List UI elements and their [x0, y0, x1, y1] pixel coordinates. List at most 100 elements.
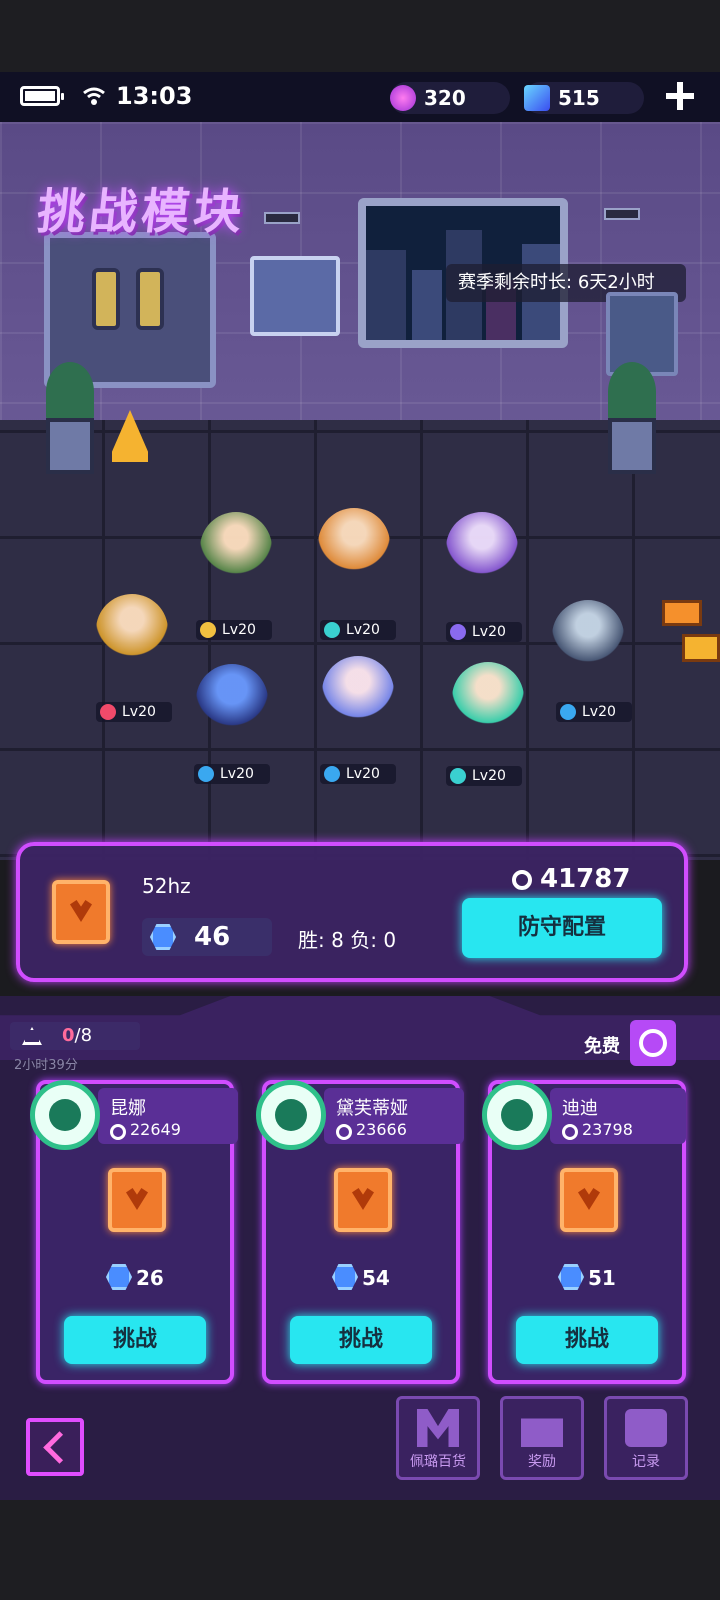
opponent-name: 黛芙蒂娅 [336, 1098, 408, 1119]
records-button[interactable]: 记录 [604, 1396, 688, 1480]
door-window-left [92, 268, 120, 330]
character-sprite[interactable] [96, 594, 168, 666]
shop-label: 佩璐百货 [410, 1454, 466, 1470]
power-icon [562, 1124, 578, 1140]
opponent-avatar[interactable] [30, 1080, 100, 1150]
level-badge: Lv20 [194, 764, 270, 784]
character-sprite[interactable] [446, 512, 518, 584]
win-label: 胜: [298, 928, 325, 952]
attempts-max: /8 [74, 1025, 93, 1046]
top-bezel [0, 0, 720, 72]
level-text: Lv20 [220, 766, 254, 782]
player-gems: 46 [194, 922, 231, 952]
back-button[interactable] [26, 1418, 84, 1476]
defense-config-button[interactable]: 防守配置 [462, 898, 662, 958]
video-record-icon [625, 1409, 667, 1447]
energy-value: 320 [424, 86, 466, 110]
scene-title-sign: 挑战模块 [34, 184, 249, 240]
player-power: 41787 [540, 864, 631, 894]
loss-count: 0 [383, 928, 397, 952]
level-text: Lv20 [346, 622, 380, 638]
rewards-label: 奖励 [528, 1454, 556, 1470]
plant-left [46, 362, 94, 422]
attempts-used: 0 [62, 1025, 75, 1046]
level-badge: Lv20 [196, 620, 272, 640]
opponent-avatar[interactable] [482, 1080, 552, 1150]
refresh-timer: 2小时39分 [14, 1058, 78, 1073]
battery-icon [20, 86, 64, 106]
wall-machine [606, 292, 678, 376]
pot-right [608, 418, 656, 474]
level-badge: Lv20 [320, 764, 396, 784]
crystal-value: 515 [558, 86, 600, 110]
level-badge: Lv20 [320, 620, 396, 640]
challenge-button[interactable]: 挑战 [516, 1316, 658, 1364]
opponent-avatar[interactable] [256, 1080, 326, 1150]
season-label: 赛季剩余时长: [458, 272, 573, 293]
crate-sprite [662, 600, 702, 626]
plant-right [608, 362, 656, 422]
rank-shield-icon [52, 880, 110, 944]
challenge-button[interactable]: 挑战 [290, 1316, 432, 1364]
player-name: 52hz [142, 874, 191, 898]
attribute-icon [200, 622, 216, 638]
bottom-bezel [0, 1500, 720, 1600]
attribute-icon [198, 766, 214, 782]
level-text: Lv20 [472, 624, 506, 640]
wifi-icon [83, 87, 105, 105]
door-window-right [136, 268, 164, 330]
win-count: 8 [331, 928, 344, 952]
season-value: 6天2小时 [577, 272, 655, 293]
power-icon [512, 870, 532, 890]
game-screen: { "status": {"time": "13:03"}, "resource… [0, 0, 720, 1600]
opponent-name: 昆娜 [110, 1098, 146, 1119]
character-sprite[interactable] [552, 600, 624, 672]
rank-shield-icon [108, 1168, 166, 1232]
attribute-icon [560, 704, 576, 720]
wall-lamp-right [604, 208, 640, 220]
menu-board [250, 256, 340, 336]
character-sprite[interactable] [322, 656, 394, 728]
rewards-button[interactable]: 奖励 [500, 1396, 584, 1480]
records-label: 记录 [632, 1454, 660, 1470]
power-icon [336, 1124, 352, 1140]
shop-button[interactable]: 佩璐百货 [396, 1396, 480, 1480]
attribute-icon [324, 622, 340, 638]
opponent-power: 22649 [130, 1120, 181, 1139]
opponent-power: 23666 [356, 1120, 407, 1139]
level-badge: Lv20 [446, 622, 522, 642]
refresh-button[interactable] [630, 1020, 676, 1066]
gift-icon [521, 1418, 563, 1447]
energy-icon [390, 85, 416, 111]
power-icon [110, 1124, 126, 1140]
level-text: Lv20 [472, 768, 506, 784]
level-badge: Lv20 [556, 702, 632, 722]
character-sprite[interactable] [196, 664, 268, 736]
level-text: Lv20 [222, 622, 256, 638]
level-text: Lv20 [582, 704, 616, 720]
free-refresh-label: 免费 [584, 1036, 620, 1057]
opponent-gems: 26 [136, 1266, 164, 1290]
rank-shield-icon [560, 1168, 618, 1232]
crate-sprite [682, 634, 720, 662]
level-badge: Lv20 [96, 702, 172, 722]
level-text: Lv20 [346, 766, 380, 782]
attribute-icon [450, 768, 466, 784]
shop-icon [417, 1409, 459, 1447]
character-sprite[interactable] [200, 512, 272, 584]
level-badge: Lv20 [446, 766, 522, 786]
character-sprite[interactable] [452, 662, 524, 734]
attribute-icon [450, 624, 466, 640]
building [412, 270, 442, 340]
add-resource-button[interactable] [664, 80, 696, 112]
opponent-gems: 51 [588, 1266, 616, 1290]
level-text: Lv20 [122, 704, 156, 720]
building [366, 250, 406, 340]
opponent-name: 迪迪 [562, 1098, 598, 1119]
pot-left [46, 418, 94, 474]
challenge-button[interactable]: 挑战 [64, 1316, 206, 1364]
attribute-icon [100, 704, 116, 720]
character-sprite[interactable] [318, 508, 390, 580]
attribute-icon [324, 766, 340, 782]
loss-label: 负: [350, 928, 377, 952]
